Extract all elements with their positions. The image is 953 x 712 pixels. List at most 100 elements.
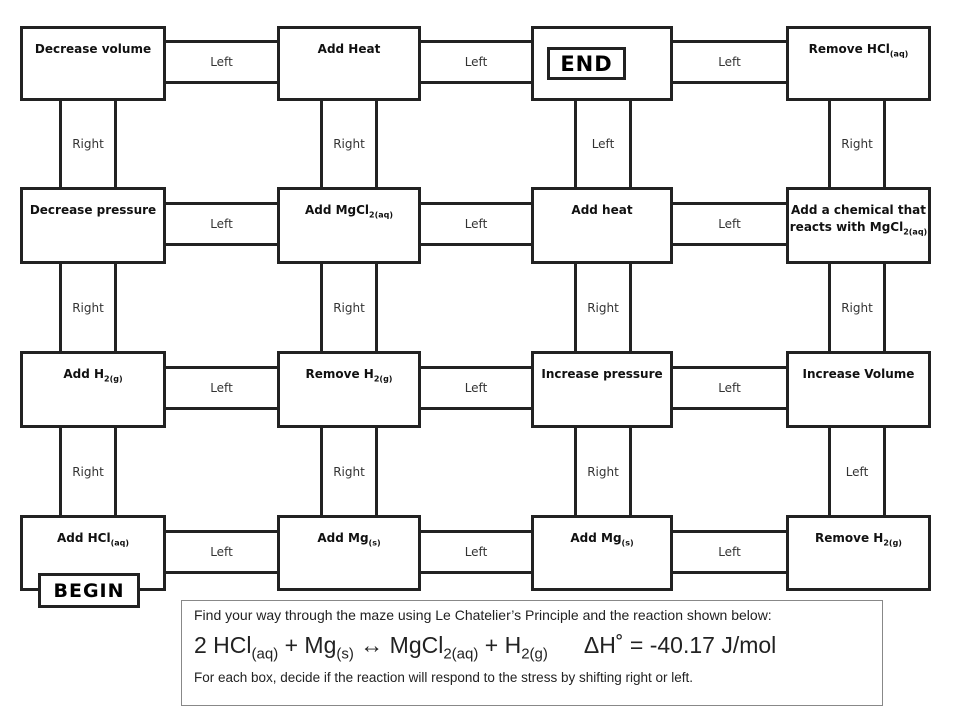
horizontal-path: Left bbox=[166, 40, 277, 84]
path-label: Left bbox=[718, 381, 741, 395]
horizontal-path: Left bbox=[673, 530, 786, 574]
maze-box: Increase Volume bbox=[786, 351, 931, 428]
box-label: Remove H bbox=[815, 531, 884, 545]
eq-term: ↔ MgCl bbox=[353, 632, 444, 658]
path-label: Right bbox=[587, 464, 619, 479]
vertical-path: Right bbox=[574, 428, 632, 515]
horizontal-path: Left bbox=[166, 530, 277, 574]
maze-box: Remove HCl(aq) bbox=[786, 26, 931, 101]
box-label-subscript: 2(aq) bbox=[369, 210, 394, 220]
eq-term: 2 HCl bbox=[194, 632, 252, 658]
vertical-path: Right bbox=[320, 264, 378, 351]
vertical-path: Right bbox=[59, 428, 117, 515]
box-label-subscript: 2(g) bbox=[373, 374, 393, 384]
horizontal-path: Left bbox=[673, 40, 786, 84]
box-label: Remove HCl bbox=[808, 42, 890, 56]
maze-box: Add Heat bbox=[277, 26, 421, 101]
path-label: Left bbox=[591, 137, 615, 151]
eq-term: + H bbox=[478, 632, 522, 658]
box-label: Decrease pressure bbox=[29, 203, 157, 217]
box-label: Add heat bbox=[571, 203, 633, 217]
box-label: Increase Volume bbox=[802, 367, 915, 381]
box-label-subscript: 2(g) bbox=[883, 538, 902, 548]
path-label: Left bbox=[210, 55, 233, 69]
path-label: Right bbox=[841, 300, 873, 315]
eq-sub: (s) bbox=[336, 645, 354, 663]
path-label: Left bbox=[464, 55, 488, 69]
enthalpy: ΔH˚ = -40.17 J/mol bbox=[583, 632, 777, 658]
path-label: Left bbox=[210, 381, 233, 395]
path-label: Right bbox=[587, 300, 619, 315]
maze-box: Remove H2(g) bbox=[786, 515, 931, 591]
path-label: Right bbox=[333, 137, 365, 151]
vertical-path: Right bbox=[574, 264, 632, 351]
path-label: Left bbox=[718, 545, 741, 559]
horizontal-path: Left bbox=[673, 202, 786, 246]
vertical-path: Right bbox=[828, 101, 886, 187]
path-label: Right bbox=[72, 300, 104, 315]
path-label: Right bbox=[72, 464, 104, 479]
box-label-subscript: (aq) bbox=[889, 49, 909, 59]
maze-box: Add H2(g) bbox=[20, 351, 166, 428]
instructions-text: Find your way through the maze using Le … bbox=[194, 607, 772, 623]
maze-box: Add Mg(s) bbox=[531, 515, 673, 591]
box-label: Increase pressure bbox=[541, 367, 663, 381]
horizontal-path: Left bbox=[166, 202, 277, 246]
box-label: Remove H bbox=[305, 367, 374, 381]
path-label: Left bbox=[718, 55, 741, 69]
begin-label: BEGIN bbox=[38, 573, 140, 608]
vertical-path: Right bbox=[59, 101, 117, 187]
path-label: Left bbox=[845, 464, 869, 479]
box-label-subscript: 2(aq) bbox=[903, 227, 928, 237]
maze-box: Add MgCl2(aq) bbox=[277, 187, 421, 264]
vertical-path: Left bbox=[828, 428, 886, 515]
box-label: Add Heat bbox=[317, 42, 381, 56]
box-label: Add H bbox=[63, 367, 105, 381]
maze-box: Add Mg(s) bbox=[277, 515, 421, 591]
box-label-subscript: 2(g) bbox=[104, 374, 123, 384]
horizontal-path: Left bbox=[421, 366, 531, 410]
reaction-equation: 2 HCl(aq) + Mg(s) ↔ MgCl2(aq) + H2(g) ΔH˚… bbox=[194, 632, 870, 663]
path-label: Left bbox=[210, 217, 233, 231]
vertical-path: Left bbox=[574, 101, 632, 187]
eq-sub: 2(g) bbox=[521, 645, 548, 663]
path-label: Left bbox=[210, 545, 233, 559]
horizontal-path: Left bbox=[166, 366, 277, 410]
box-label-subscript: (aq) bbox=[110, 538, 130, 548]
box-label: Add Mg bbox=[570, 531, 622, 545]
box-label-subscript: (s) bbox=[621, 538, 634, 548]
path-label: Left bbox=[464, 217, 488, 231]
box-label: Decrease volume bbox=[34, 42, 152, 56]
eq-term: + Mg bbox=[278, 632, 337, 658]
path-label: Right bbox=[333, 464, 365, 479]
path-label: Left bbox=[464, 381, 488, 395]
vertical-path: Right bbox=[320, 428, 378, 515]
box-label: Add MgCl bbox=[304, 203, 370, 217]
horizontal-path: Left bbox=[421, 40, 531, 84]
maze-box: Increase pressure bbox=[531, 351, 673, 428]
vertical-path: Right bbox=[320, 101, 378, 187]
eq-sub: (aq) bbox=[251, 645, 279, 663]
maze-box: Remove H2(g) bbox=[277, 351, 421, 428]
vertical-path: Right bbox=[59, 264, 117, 351]
box-label-subscript: (s) bbox=[368, 538, 381, 548]
box-label: Add Mg bbox=[317, 531, 369, 545]
path-label: Left bbox=[718, 217, 741, 231]
box-label: Add HCl bbox=[56, 531, 111, 545]
eq-sub: 2(aq) bbox=[443, 645, 479, 663]
instructions-box: Find your way through the maze using Le … bbox=[181, 600, 883, 706]
maze-box: Add heat bbox=[531, 187, 673, 264]
horizontal-path: Left bbox=[673, 366, 786, 410]
path-label: Right bbox=[72, 137, 104, 151]
maze-box: Decrease volume bbox=[20, 26, 166, 101]
horizontal-path: Left bbox=[421, 202, 531, 246]
maze-box: Decrease pressure bbox=[20, 187, 166, 264]
path-label: Right bbox=[841, 137, 873, 151]
horizontal-path: Left bbox=[421, 530, 531, 574]
instructions-footer: For each box, decide if the reaction wil… bbox=[194, 669, 693, 685]
end-label: END bbox=[547, 47, 626, 80]
vertical-path: Right bbox=[828, 264, 886, 351]
maze-box: Add a chemical that reacts with MgCl2(aq… bbox=[786, 187, 931, 264]
path-label: Left bbox=[464, 545, 488, 559]
path-label: Right bbox=[333, 300, 365, 315]
